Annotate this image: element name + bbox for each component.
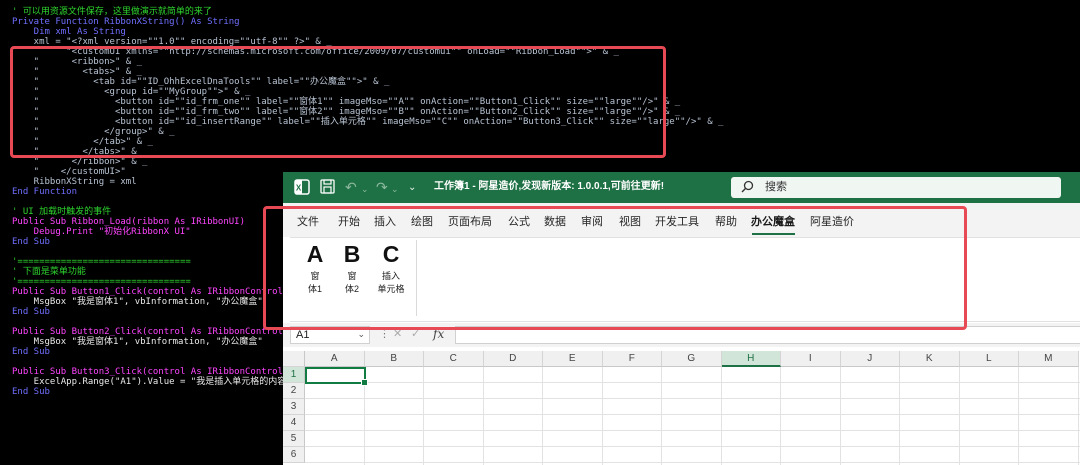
title-bar: X ↶ ⌄ ↷ ⌄ ⌄ 工作簿1 - 阿星造价,发现新版本: 1.0.0.1,可… xyxy=(283,172,1080,203)
code-line: Public Sub Button1_Click(control As IRib… xyxy=(12,287,289,297)
code-line: End Sub xyxy=(12,387,50,397)
window-title: 工作簿1 - 阿星造价,发现新版本: 1.0.0.1,可前往更新! xyxy=(434,181,665,192)
column-header-c[interactable]: C xyxy=(424,351,484,367)
highlight-box-ribbon xyxy=(263,206,967,330)
highlight-box-code xyxy=(10,46,666,158)
code-line: MsgBox "我是窗体1", vbInformation, "办公魔盒" xyxy=(12,337,263,347)
column-header-e[interactable]: E xyxy=(543,351,603,367)
gridline xyxy=(305,446,1080,447)
column-header-d[interactable]: D xyxy=(483,351,543,367)
code-line: Public Sub Button2_Click(control As IRib… xyxy=(12,327,289,337)
undo-dropdown-icon[interactable]: ⌄ xyxy=(361,181,369,197)
column-header-a[interactable]: A xyxy=(305,351,365,367)
column-header-k[interactable]: K xyxy=(900,351,960,367)
code-line: RibbonXString = xml xyxy=(12,177,137,187)
gridline xyxy=(305,382,1080,383)
column-header-f[interactable]: F xyxy=(602,351,662,367)
column-header-g[interactable]: G xyxy=(662,351,722,367)
row-header-6[interactable]: 6 xyxy=(283,447,305,463)
spreadsheet-grid[interactable]: ABCDEFGHIJKLM 123456 xyxy=(283,351,1080,465)
row-header-5[interactable]: 5 xyxy=(283,431,305,447)
fill-handle[interactable] xyxy=(361,379,368,386)
undo-icon[interactable]: ↶ xyxy=(345,179,357,195)
column-header-h[interactable]: H xyxy=(721,351,781,367)
code-line: End Sub xyxy=(12,307,50,317)
row-header-2[interactable]: 2 xyxy=(283,383,305,399)
code-line: Public Sub Button3_Click(control As IRib… xyxy=(12,367,289,377)
column-header-l[interactable]: L xyxy=(959,351,1019,367)
search-box[interactable]: 搜索 xyxy=(731,177,1061,198)
row-header-4[interactable]: 4 xyxy=(283,415,305,431)
column-header-i[interactable]: I xyxy=(781,351,841,367)
code-line: Debug.Print "初始化RibbonX UI" xyxy=(12,227,191,237)
svg-text:X: X xyxy=(296,184,302,193)
row-header-3[interactable]: 3 xyxy=(283,399,305,415)
code-line: Private Function RibbonXString() As Stri… xyxy=(12,17,240,27)
gridline xyxy=(305,398,1080,399)
name-box-value: A1 xyxy=(296,329,310,341)
code-line: " </customUI>" xyxy=(12,167,126,177)
excel-logo-icon: X xyxy=(294,179,310,198)
code-line: Dim xml As String xyxy=(12,27,126,37)
code-line: MsgBox "我是窗体1", vbInformation, "办公魔盒" xyxy=(12,297,263,307)
code-line: '================================ xyxy=(12,277,191,287)
code-line: ExcelApp.Range("A1").Value = "我是插入单元格的内容… xyxy=(12,377,292,387)
code-line: ' UI 加载时触发的事件 xyxy=(12,207,112,217)
gridline xyxy=(305,462,1080,463)
redo-dropdown-icon[interactable]: ⌄ xyxy=(391,181,399,197)
code-line: '================================ xyxy=(12,257,191,267)
search-label: 搜索 xyxy=(765,181,787,193)
column-header-b[interactable]: B xyxy=(364,351,424,367)
search-icon xyxy=(741,180,754,196)
customize-quick-access-icon[interactable]: ⌄ xyxy=(408,180,416,196)
code-line: ' 下面是菜单功能 xyxy=(12,267,86,277)
active-cell-a1[interactable] xyxy=(305,367,368,386)
code-line: End Sub xyxy=(12,347,50,357)
row-header-1[interactable]: 1 xyxy=(283,367,305,383)
code-line: Public Sub Ribbon_Load(ribbon As IRibbon… xyxy=(12,217,245,227)
select-all-corner[interactable] xyxy=(283,351,305,367)
save-icon[interactable] xyxy=(320,179,335,197)
code-line: End Function xyxy=(12,187,78,197)
column-header-m[interactable]: M xyxy=(1019,351,1079,367)
code-line: End Sub xyxy=(12,237,50,247)
gridline xyxy=(305,414,1080,415)
column-header-j[interactable]: J xyxy=(840,351,900,367)
redo-icon[interactable]: ↷ xyxy=(376,179,388,195)
code-line: ' 可以用资源文件保存，这里做演示就简单的来了 xyxy=(12,7,212,17)
code-line: " </ribbon>" & _ xyxy=(12,157,148,167)
gridline xyxy=(305,430,1080,431)
